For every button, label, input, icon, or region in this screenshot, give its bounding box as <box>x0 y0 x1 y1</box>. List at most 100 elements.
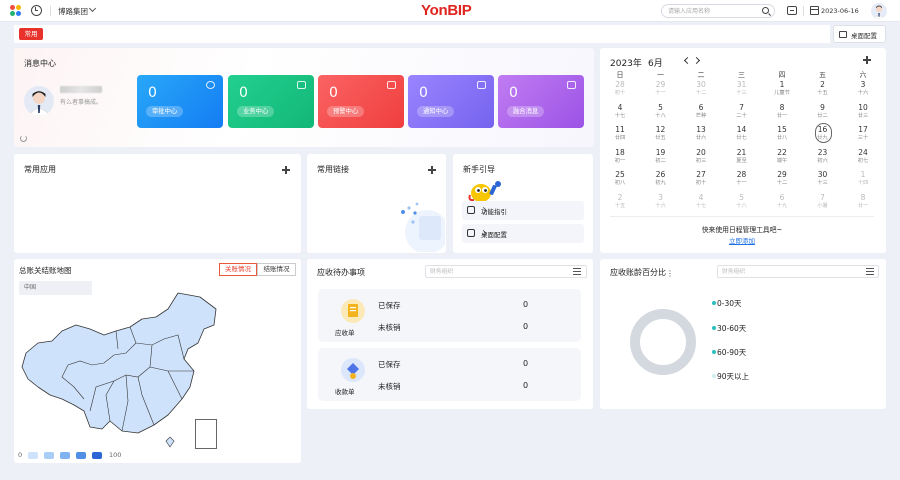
guide-function-guide[interactable]: 功能指引 <box>462 201 584 220</box>
calendar-day[interactable]: 20 初三 <box>681 148 721 170</box>
chevron-left-icon[interactable] <box>683 56 692 65</box>
aging-legend-item[interactable]: 60-90天 <box>717 347 746 358</box>
chevron-down-icon[interactable] <box>88 4 97 13</box>
add-link-icon[interactable] <box>428 166 436 174</box>
org-name[interactable]: 博路集团 <box>58 6 88 17</box>
calendar-day[interactable]: 6 十九 <box>762 193 802 215</box>
tab-common[interactable]: 常用 <box>19 28 43 40</box>
chevron-right-icon[interactable] <box>692 56 701 65</box>
add-event-icon[interactable] <box>863 56 871 64</box>
message-icon[interactable] <box>787 6 797 15</box>
guide-desk-config[interactable]: 桌面配置 <box>462 224 584 243</box>
tab-close-status[interactable]: 关账情况 <box>219 263 257 276</box>
app-search-input[interactable] <box>668 6 760 16</box>
calendar-day[interactable]: 30 十二 <box>681 80 721 102</box>
calendar-day[interactable]: 10 廿三 <box>843 103 883 125</box>
aging-legend-item[interactable]: 90天以上 <box>717 371 749 382</box>
add-schedule-link[interactable]: 立即添加 <box>610 235 874 245</box>
calendar-day[interactable]: 21 夏至 <box>722 148 762 170</box>
calendar-day[interactable]: 1 儿童节 <box>762 80 802 102</box>
day-number: 29 <box>655 80 666 89</box>
desk-config-button[interactable]: 桌面配置 <box>833 25 886 43</box>
calendar-day[interactable]: 3 十六 <box>843 80 883 102</box>
calendar-day[interactable]: 17 三十 <box>843 125 883 147</box>
calendar-day[interactable]: 18 初一 <box>600 148 640 170</box>
calendar-day[interactable]: 4 十七 <box>681 193 721 215</box>
lunar-date: 廿五 <box>655 135 666 141</box>
finance-org-filter[interactable] <box>425 265 587 278</box>
calendar-day[interactable]: 28 十一 <box>722 170 762 192</box>
calendar-day[interactable]: 12 廿五 <box>641 125 681 147</box>
calendar-day[interactable]: 4 十七 <box>600 103 640 125</box>
calendar-day[interactable]: 22 端午 <box>762 148 802 170</box>
todo-receivable[interactable]: 应收单 已保存 0 未核销 0 <box>318 289 581 342</box>
refresh-icon[interactable] <box>20 135 27 142</box>
calendar-day[interactable]: 31 十三 <box>722 80 762 102</box>
calendar-day[interactable]: 29 十二 <box>762 170 802 192</box>
day-number: 14 <box>736 125 747 134</box>
add-app-icon[interactable] <box>282 166 290 174</box>
tile-notice-center[interactable]: 0 通知中心 <box>408 75 494 128</box>
unverified-count[interactable]: 0 <box>523 322 528 331</box>
saved-count[interactable]: 0 <box>523 300 528 309</box>
saved-count[interactable]: 0 <box>523 359 528 368</box>
calendar-day[interactable]: 26 初九 <box>641 170 681 192</box>
finance-org-input[interactable] <box>722 267 842 276</box>
calendar-day[interactable]: 19 初二 <box>641 148 681 170</box>
calendar-day[interactable]: 11 廿四 <box>600 125 640 147</box>
calendar-day[interactable]: 25 初八 <box>600 170 640 192</box>
list-icon[interactable] <box>866 268 874 275</box>
calendar-day-today[interactable]: 16 廿九 <box>803 123 843 147</box>
tile-fused-message[interactable]: 0 融合消息 <box>498 75 584 128</box>
lunar-date: 十三 <box>736 90 747 96</box>
clock-icon[interactable] <box>31 5 42 16</box>
calendar-day[interactable]: 2 十五 <box>600 193 640 215</box>
lunar-date: 初七 <box>857 157 869 164</box>
aging-donut-chart[interactable] <box>630 309 696 375</box>
calendar-day[interactable]: 2 十五 <box>803 80 843 102</box>
calendar-day[interactable]: 7 二十 <box>722 103 762 125</box>
calendar-day[interactable]: 9 廿二 <box>803 103 843 125</box>
app-search[interactable] <box>661 4 775 18</box>
user-avatar[interactable] <box>871 3 887 19</box>
calendar-month[interactable]: 6月 <box>648 56 663 69</box>
calendar-day[interactable]: 1 十四 <box>843 170 883 192</box>
aging-legend-item[interactable]: 30-60天 <box>717 323 746 334</box>
unverified-count[interactable]: 0 <box>523 381 528 390</box>
calendar-day[interactable]: 8 廿一 <box>762 103 802 125</box>
calendar-day[interactable]: 23 初六 <box>803 148 843 170</box>
finance-org-input[interactable] <box>430 267 550 276</box>
calendar-day[interactable]: 24 初七 <box>843 148 883 170</box>
calendar-day[interactable]: 5 十八 <box>722 193 762 215</box>
tile-business-center[interactable]: 0 业务中心 <box>228 75 314 128</box>
more-icon[interactable]: ⋮ <box>666 269 674 278</box>
day-number: 28 <box>736 170 747 179</box>
calendar-day[interactable]: 6 芒种 <box>681 103 721 125</box>
tile-count: 0 <box>239 85 248 101</box>
finance-org-filter[interactable] <box>717 265 879 278</box>
day-number: 20 <box>696 147 706 157</box>
calendar-day[interactable]: 30 十三 <box>803 170 843 192</box>
app-grid-icon[interactable] <box>10 5 22 17</box>
search-icon[interactable] <box>762 7 769 14</box>
mascot-illustration <box>468 181 501 202</box>
calendar-day[interactable]: 7 小暑 <box>803 193 843 215</box>
calendar-day[interactable]: 29 十一 <box>641 80 681 102</box>
tile-approval-center[interactable]: 0 审批中心 <box>137 75 223 128</box>
calendar-day[interactable]: 27 初十 <box>681 170 721 192</box>
aging-legend-item[interactable]: 0-30天 <box>717 298 742 309</box>
todo-collection[interactable]: 收款单 已保存 0 未核销 0 <box>318 348 581 401</box>
calendar-day[interactable]: 8 廿一 <box>843 193 883 215</box>
day-number: 6 <box>698 102 704 112</box>
calendar-day[interactable]: 15 廿八 <box>762 125 802 147</box>
calendar-day[interactable]: 28 初十 <box>600 80 640 102</box>
calendar-day[interactable]: 3 十六 <box>641 193 681 215</box>
day-number: 12 <box>655 125 666 134</box>
tile-warning-center[interactable]: 0 预警中心 <box>318 75 404 128</box>
calendar-day[interactable]: 5 十八 <box>641 103 681 125</box>
list-icon[interactable] <box>573 268 581 275</box>
calendar-day[interactable]: 13 廿六 <box>681 125 721 147</box>
tab-settle-status[interactable]: 结账情况 <box>257 263 296 276</box>
calendar-day[interactable]: 14 廿七 <box>722 125 762 147</box>
calendar-icon[interactable] <box>810 6 819 15</box>
